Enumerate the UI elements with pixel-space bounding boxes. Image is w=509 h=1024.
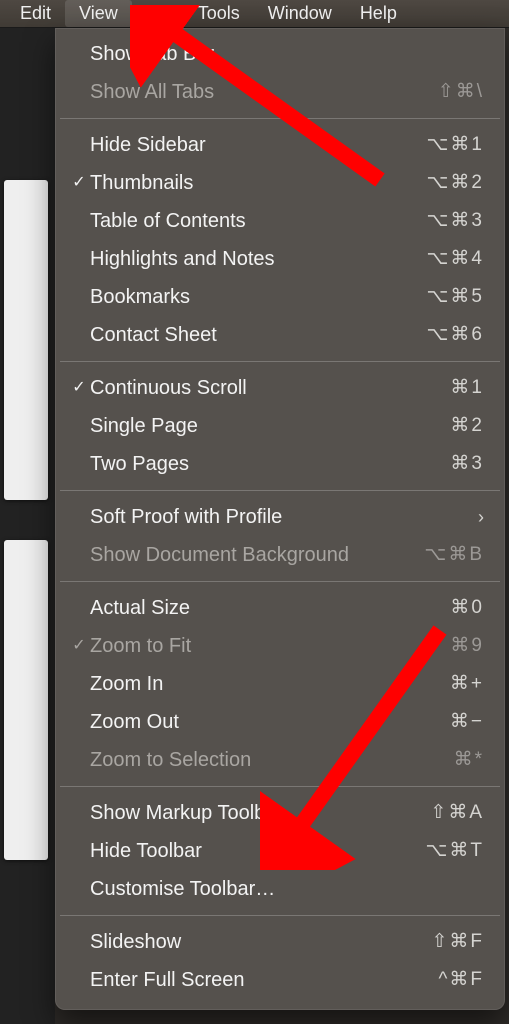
menu-item-label: Table of Contents [90,206,427,236]
menu-item-shortcut: ⌥⌘6 [427,321,484,350]
menu-item-label: Customise Toolbar… [90,874,484,904]
menu-item-label: Show Markup Toolbar [90,798,430,828]
menu-item-label: Show Tab Bar [90,39,484,69]
chevron-right-icon: › [478,504,484,531]
menu-item-label: Single Page [90,411,450,441]
menu-separator [60,118,500,119]
menu-item[interactable]: Two Pages⌘3 [56,445,504,483]
menu-item[interactable]: Hide Toolbar⌥⌘T [56,832,504,870]
menu-item-label: Zoom to Fit [90,631,450,661]
checkmark-icon: ✓ [68,376,90,400]
menu-item-label: Hide Toolbar [90,836,425,866]
menu-item[interactable]: Table of Contents⌥⌘3 [56,202,504,240]
menu-item-label: Show All Tabs [90,77,438,107]
menu-item-shortcut: ⌥⌘1 [427,131,484,160]
menu-item-shortcut: ⌘− [450,708,484,737]
menu-item-shortcut: ⌥⌘B [424,541,484,570]
menu-item-label: Zoom to Selection [90,745,454,775]
thumbnail-placeholder [4,180,48,500]
menubar-item-go[interactable]: Go [132,0,184,27]
view-menu-dropdown: Show Tab Bar Show All Tabs⇧⌘\ Hide Sidebar… [55,28,505,1010]
menubar-item-window[interactable]: Window [254,0,346,27]
menu-item-label: Hide Sidebar [90,130,427,160]
menu-item-label: Zoom Out [90,707,450,737]
menu-item-shortcut: ⇧⌘\ [438,78,484,107]
menu-item-shortcut: ⌘1 [450,374,484,403]
menu-item[interactable]: Contact Sheet⌥⌘6 [56,316,504,354]
menubar-item-tools[interactable]: Tools [184,0,254,27]
menubar-item-edit[interactable]: Edit [6,0,65,27]
menu-item[interactable]: Single Page⌘2 [56,407,504,445]
menubar-item-view[interactable]: View [65,0,132,27]
menu-item[interactable]: Slideshow⇧⌘F [56,923,504,961]
menu-item-label: Show Document Background [90,540,424,570]
menu-item-label: Enter Full Screen [90,965,438,995]
menu-item[interactable]: Zoom In⌘+ [56,665,504,703]
menu-item[interactable]: Hide Sidebar⌥⌘1 [56,126,504,164]
menu-item-label: Contact Sheet [90,320,427,350]
menu-item: Zoom to Selection⌘* [56,741,504,779]
menu-item-shortcut: ⌘+ [450,670,484,699]
menu-item: Show All Tabs⇧⌘\ [56,73,504,111]
menu-item-label: Highlights and Notes [90,244,427,274]
menu-item-shortcut: ⇧⌘A [430,799,484,828]
menu-item-shortcut: ⌥⌘4 [427,245,484,274]
menu-item-label: Continuous Scroll [90,373,450,403]
checkmark-icon: ✓ [68,634,90,658]
menu-item-shortcut: ⌥⌘2 [427,169,484,198]
menu-item[interactable]: Customise Toolbar… [56,870,504,908]
menu-item-label: Soft Proof with Profile [90,502,468,532]
menu-item-label: Zoom In [90,669,450,699]
menu-item[interactable]: ✓Thumbnails⌥⌘2 [56,164,504,202]
menu-separator [60,915,500,916]
menu-item: ✓Zoom to Fit⌘9 [56,627,504,665]
menu-item-label: Slideshow [90,927,431,957]
menu-item: Show Document Background⌥⌘B [56,536,504,574]
menu-item-label: Thumbnails [90,168,427,198]
menu-item[interactable]: Highlights and Notes⌥⌘4 [56,240,504,278]
menu-item[interactable]: Bookmarks⌥⌘5 [56,278,504,316]
menu-item[interactable]: Show Tab Bar [56,35,504,73]
menubar: Edit View Go Tools Window Help [0,0,509,28]
menu-item-shortcut: ⌥⌘3 [427,207,484,236]
thumbnail-placeholder [4,540,48,860]
menu-item-shortcut: ⌥⌘5 [427,283,484,312]
menu-separator [60,786,500,787]
menu-item[interactable]: Enter Full Screen^⌘F [56,961,504,999]
menu-item-label: Bookmarks [90,282,427,312]
menu-item[interactable]: Soft Proof with Profile › [56,498,504,536]
menu-item-shortcut: ⌘2 [450,412,484,441]
menu-item-shortcut: ⌘0 [450,594,484,623]
menu-item-label: Actual Size [90,593,450,623]
menu-item-shortcut: ^⌘F [438,966,484,995]
menu-separator [60,361,500,362]
menu-item[interactable]: Actual Size⌘0 [56,589,504,627]
menu-separator [60,581,500,582]
menu-item-shortcut: ⌘3 [450,450,484,479]
menu-item[interactable]: Zoom Out⌘− [56,703,504,741]
menu-item[interactable]: Show Markup Toolbar⇧⌘A [56,794,504,832]
sidebar-background [0,28,55,1024]
menu-item-shortcut: ⌥⌘T [425,837,484,866]
menu-item-shortcut: ⌘9 [450,632,484,661]
menu-item[interactable]: ✓Continuous Scroll⌘1 [56,369,504,407]
menu-item-shortcut: ⌘* [454,746,484,775]
menu-item-label: Two Pages [90,449,450,479]
menu-separator [60,490,500,491]
menu-item-shortcut: ⇧⌘F [431,928,484,957]
menubar-item-help[interactable]: Help [346,0,411,27]
checkmark-icon: ✓ [68,171,90,195]
